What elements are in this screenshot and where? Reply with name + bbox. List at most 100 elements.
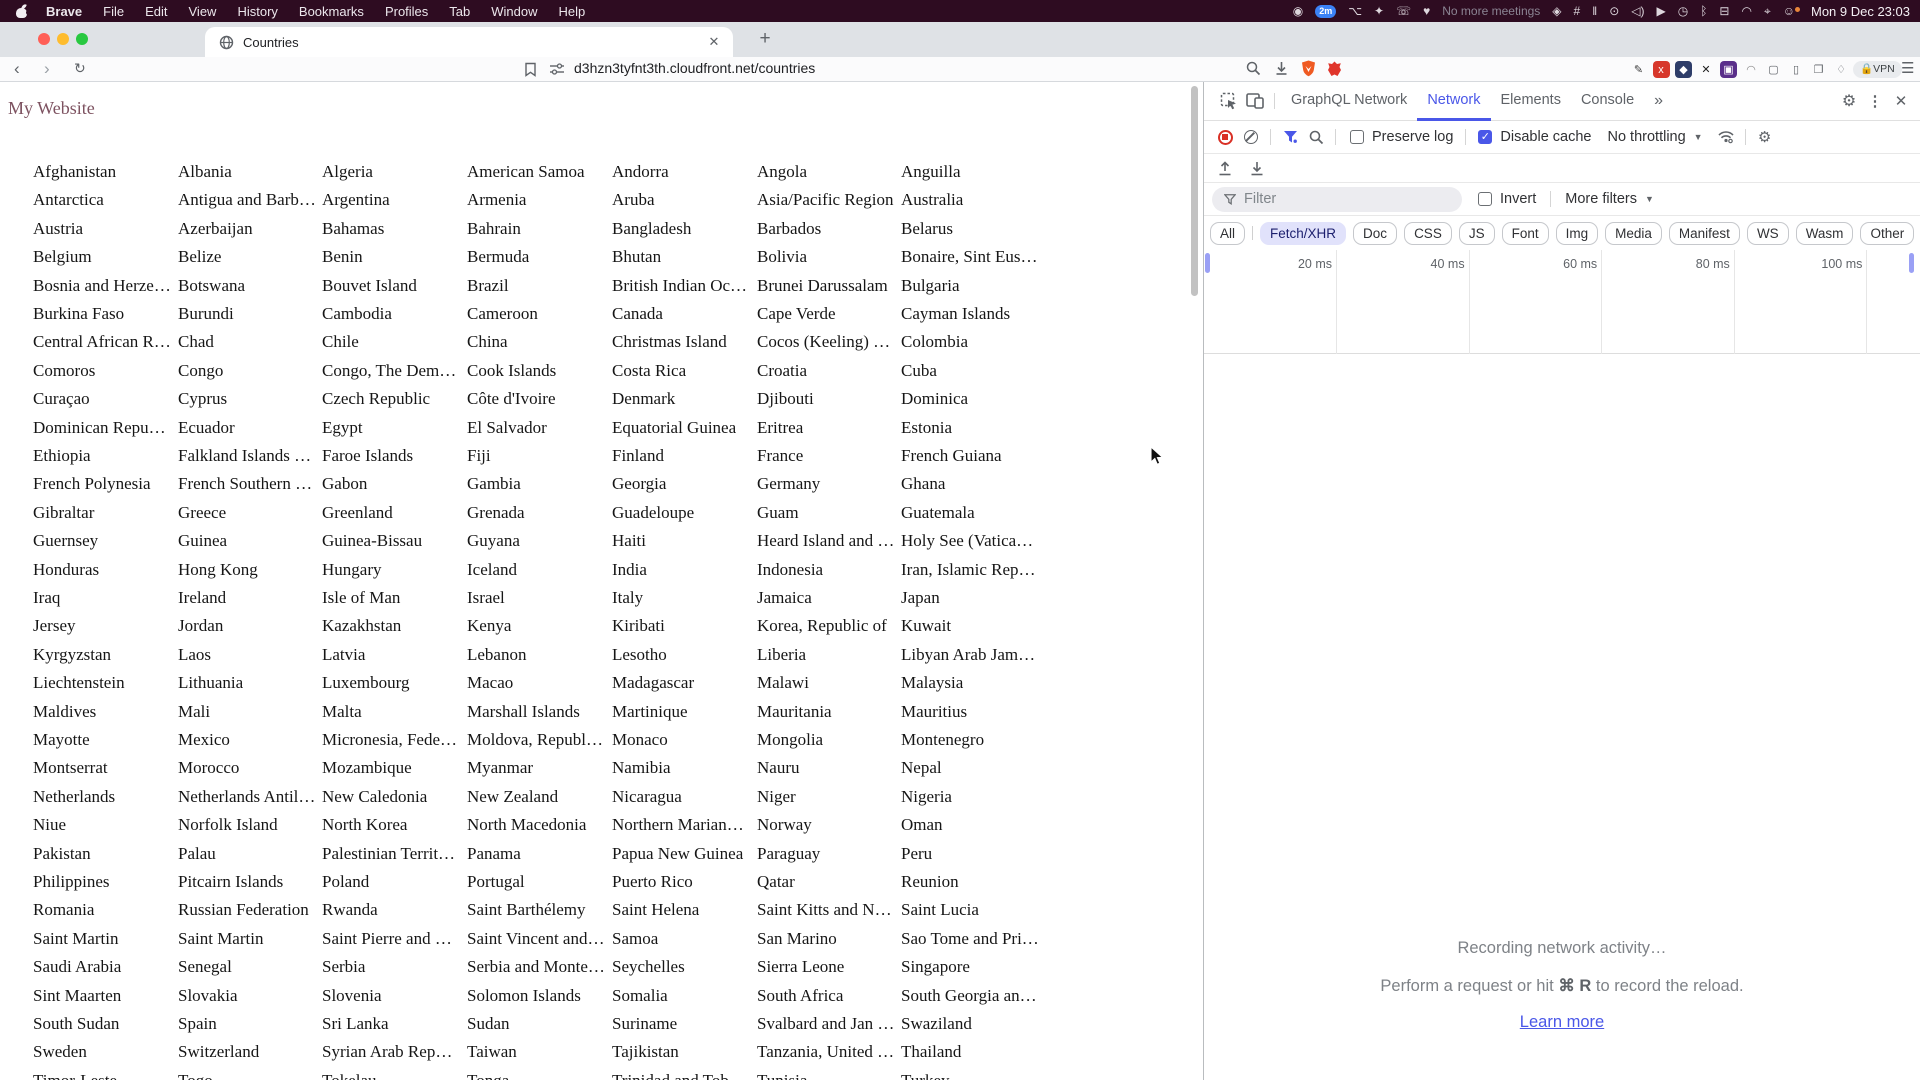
more-filters-dropdown[interactable]: More filters [1565,191,1637,207]
clear-network-log-icon[interactable] [1238,124,1264,150]
filter-chip-css[interactable]: CSS [1404,221,1452,245]
devtools-kebab-menu-icon[interactable]: ⋮ [1862,88,1888,114]
forward-button-icon[interactable]: › [44,57,50,81]
reload-button-icon[interactable]: ↻ [74,57,86,81]
extension-icon-purple[interactable]: ▣ [1720,61,1737,78]
timeline-left-handle[interactable] [1205,253,1210,273]
traffic-light-zoom[interactable] [76,33,88,45]
devtools-tab-console[interactable]: Console [1571,82,1644,121]
filter-chip-img[interactable]: Img [1555,221,1599,245]
menu-bar-item-view[interactable]: View [189,4,217,19]
inspect-element-icon[interactable] [1216,88,1242,114]
traffic-light-close[interactable] [38,33,50,45]
status-icon-lock[interactable]: ✦ [1374,0,1384,22]
menu-bar-item-brave[interactable]: Brave [46,4,82,19]
disable-cache-label[interactable]: Disable cache [1500,129,1591,145]
browser-menu-icon[interactable]: ☰ [1901,57,1914,81]
menu-bar-item-edit[interactable]: Edit [145,4,167,19]
devtools-settings-gear-icon[interactable]: ⚙ [1836,88,1862,114]
tab-close-icon[interactable]: ✕ [705,34,723,50]
status-icon-bluetooth[interactable]: ᛒ [1700,0,1707,22]
status-icon-keyboard[interactable]: ⌥ [1348,0,1362,22]
back-button-icon[interactable]: ‹ [14,57,20,81]
disable-cache-checkbox[interactable]: ✓ [1478,130,1493,144]
zoom-page-icon[interactable] [1246,61,1261,76]
status-icon-camera[interactable]: ⊙ [1609,0,1619,22]
extension-icon-x[interactable]: ✕ [1698,61,1715,78]
more-tabs-chevron-icon[interactable]: » [1644,82,1673,121]
devtools-tab-network[interactable]: Network [1417,82,1491,121]
extension-icon-pencil[interactable]: ✎ [1630,61,1647,78]
menu-bar-item-history[interactable]: History [237,4,277,19]
extension-icon-copy[interactable]: ❐ [1810,61,1827,78]
url-tune-icon[interactable] [550,63,564,75]
browser-tab-countries[interactable]: Countries ✕ [205,27,733,57]
traffic-light-minimize[interactable] [57,33,69,45]
more-filters-arrow-icon[interactable]: ▼ [1645,194,1654,204]
status-icon-search[interactable]: ⌖ [1764,0,1771,22]
user-switcher-icon[interactable]: ☺ [1783,0,1801,22]
status-icon-wifi[interactable]: ◠ [1741,0,1751,22]
throttling-dropdown-arrow-icon[interactable]: ▼ [1694,132,1703,142]
menu-bar-item-window[interactable]: Window [491,4,537,19]
menu-bar-item-bookmarks[interactable]: Bookmarks [299,4,364,19]
status-icon-play[interactable]: ▶ [1656,0,1665,22]
export-har-icon[interactable] [1244,155,1270,181]
network-search-icon[interactable] [1303,124,1329,150]
menu-bar-item-tab[interactable]: Tab [449,4,470,19]
extension-icon-red[interactable]: x [1652,61,1670,78]
filter-chip-all[interactable]: All [1210,221,1246,245]
menu-bar-item-help[interactable]: Help [559,4,586,19]
page-scrollbar[interactable] [1191,86,1198,296]
menu-bar-item-profiles[interactable]: Profiles [385,4,428,19]
filter-chip-media[interactable]: Media [1605,221,1662,245]
apple-menu-icon[interactable] [16,2,31,18]
devtools-tab-elements[interactable]: Elements [1491,82,1571,121]
preserve-log-checkbox[interactable] [1350,130,1364,144]
brave-rewards-lion-icon[interactable] [1327,61,1342,77]
filter-chip-font[interactable]: Font [1501,221,1549,245]
filter-chip-js[interactable]: JS [1458,221,1495,245]
status-icon-clock[interactable]: ◷ [1678,0,1688,22]
preserve-log-label[interactable]: Preserve log [1372,129,1453,145]
network-conditions-wifi-icon[interactable] [1713,124,1739,150]
devtools-close-icon[interactable]: ✕ [1888,88,1914,114]
status-icon-bars[interactable]: ‖ [1592,0,1597,22]
learn-more-link[interactable]: Learn more [1204,1013,1920,1032]
import-har-icon[interactable] [1212,155,1238,181]
extension-icon-square[interactable]: ▢ [1765,61,1782,78]
filter-chip-ws[interactable]: WS [1746,221,1789,245]
network-overview-timeline[interactable]: 20 ms 40 ms 60 ms 80 ms 100 ms [1204,250,1920,354]
extension-icon-navy[interactable]: ◆ [1675,61,1692,78]
brave-shield-icon[interactable] [1301,60,1316,77]
extension-icon-ghost[interactable]: ◠ [1743,61,1760,78]
bookmark-icon[interactable] [524,62,537,77]
timeline-right-handle[interactable] [1909,253,1914,273]
filter-chip-fetch-xhr[interactable]: Fetch/XHR [1260,221,1347,245]
status-icon-phone[interactable]: ☏ [1396,0,1411,22]
filter-chip-other[interactable]: Other [1860,221,1915,245]
filter-funnel-icon[interactable] [1277,124,1303,150]
status-icon-recorder[interactable]: ◉ [1293,0,1303,22]
invert-filter-checkbox[interactable] [1478,192,1492,206]
filter-chip-manifest[interactable]: Manifest [1668,221,1740,245]
download-icon[interactable] [1274,61,1289,76]
menu-bar-item-file[interactable]: File [103,4,124,19]
status-icon-battery[interactable]: ⊟ [1719,0,1729,22]
meeting-timer-badge[interactable]: 2m [1315,4,1337,18]
throttling-dropdown[interactable]: No throttling [1607,129,1685,145]
extension-icon-diamond[interactable]: ♢ [1833,61,1850,78]
devtools-tab-graphql-network[interactable]: GraphQL Network [1281,82,1417,121]
network-settings-gear-icon[interactable]: ⚙ [1752,124,1778,150]
filter-chip-doc[interactable]: Doc [1353,221,1398,245]
vpn-toggle[interactable]: 🔒VPN [1853,61,1902,78]
invert-filter-label[interactable]: Invert [1500,191,1536,207]
record-network-log-button[interactable] [1212,124,1238,150]
status-icon-scanner[interactable]: ◈ [1552,0,1561,22]
status-icon-grid[interactable]: # [1574,0,1581,22]
filter-input[interactable]: Filter [1212,186,1462,212]
filter-chip-wasm[interactable]: Wasm [1795,221,1854,245]
new-tab-button[interactable]: + [752,26,778,52]
url-address-text[interactable]: d3hzn3tyfnt3th.cloudfront.net/countries [574,60,815,76]
status-icon-heart[interactable]: ♥ [1423,0,1430,22]
